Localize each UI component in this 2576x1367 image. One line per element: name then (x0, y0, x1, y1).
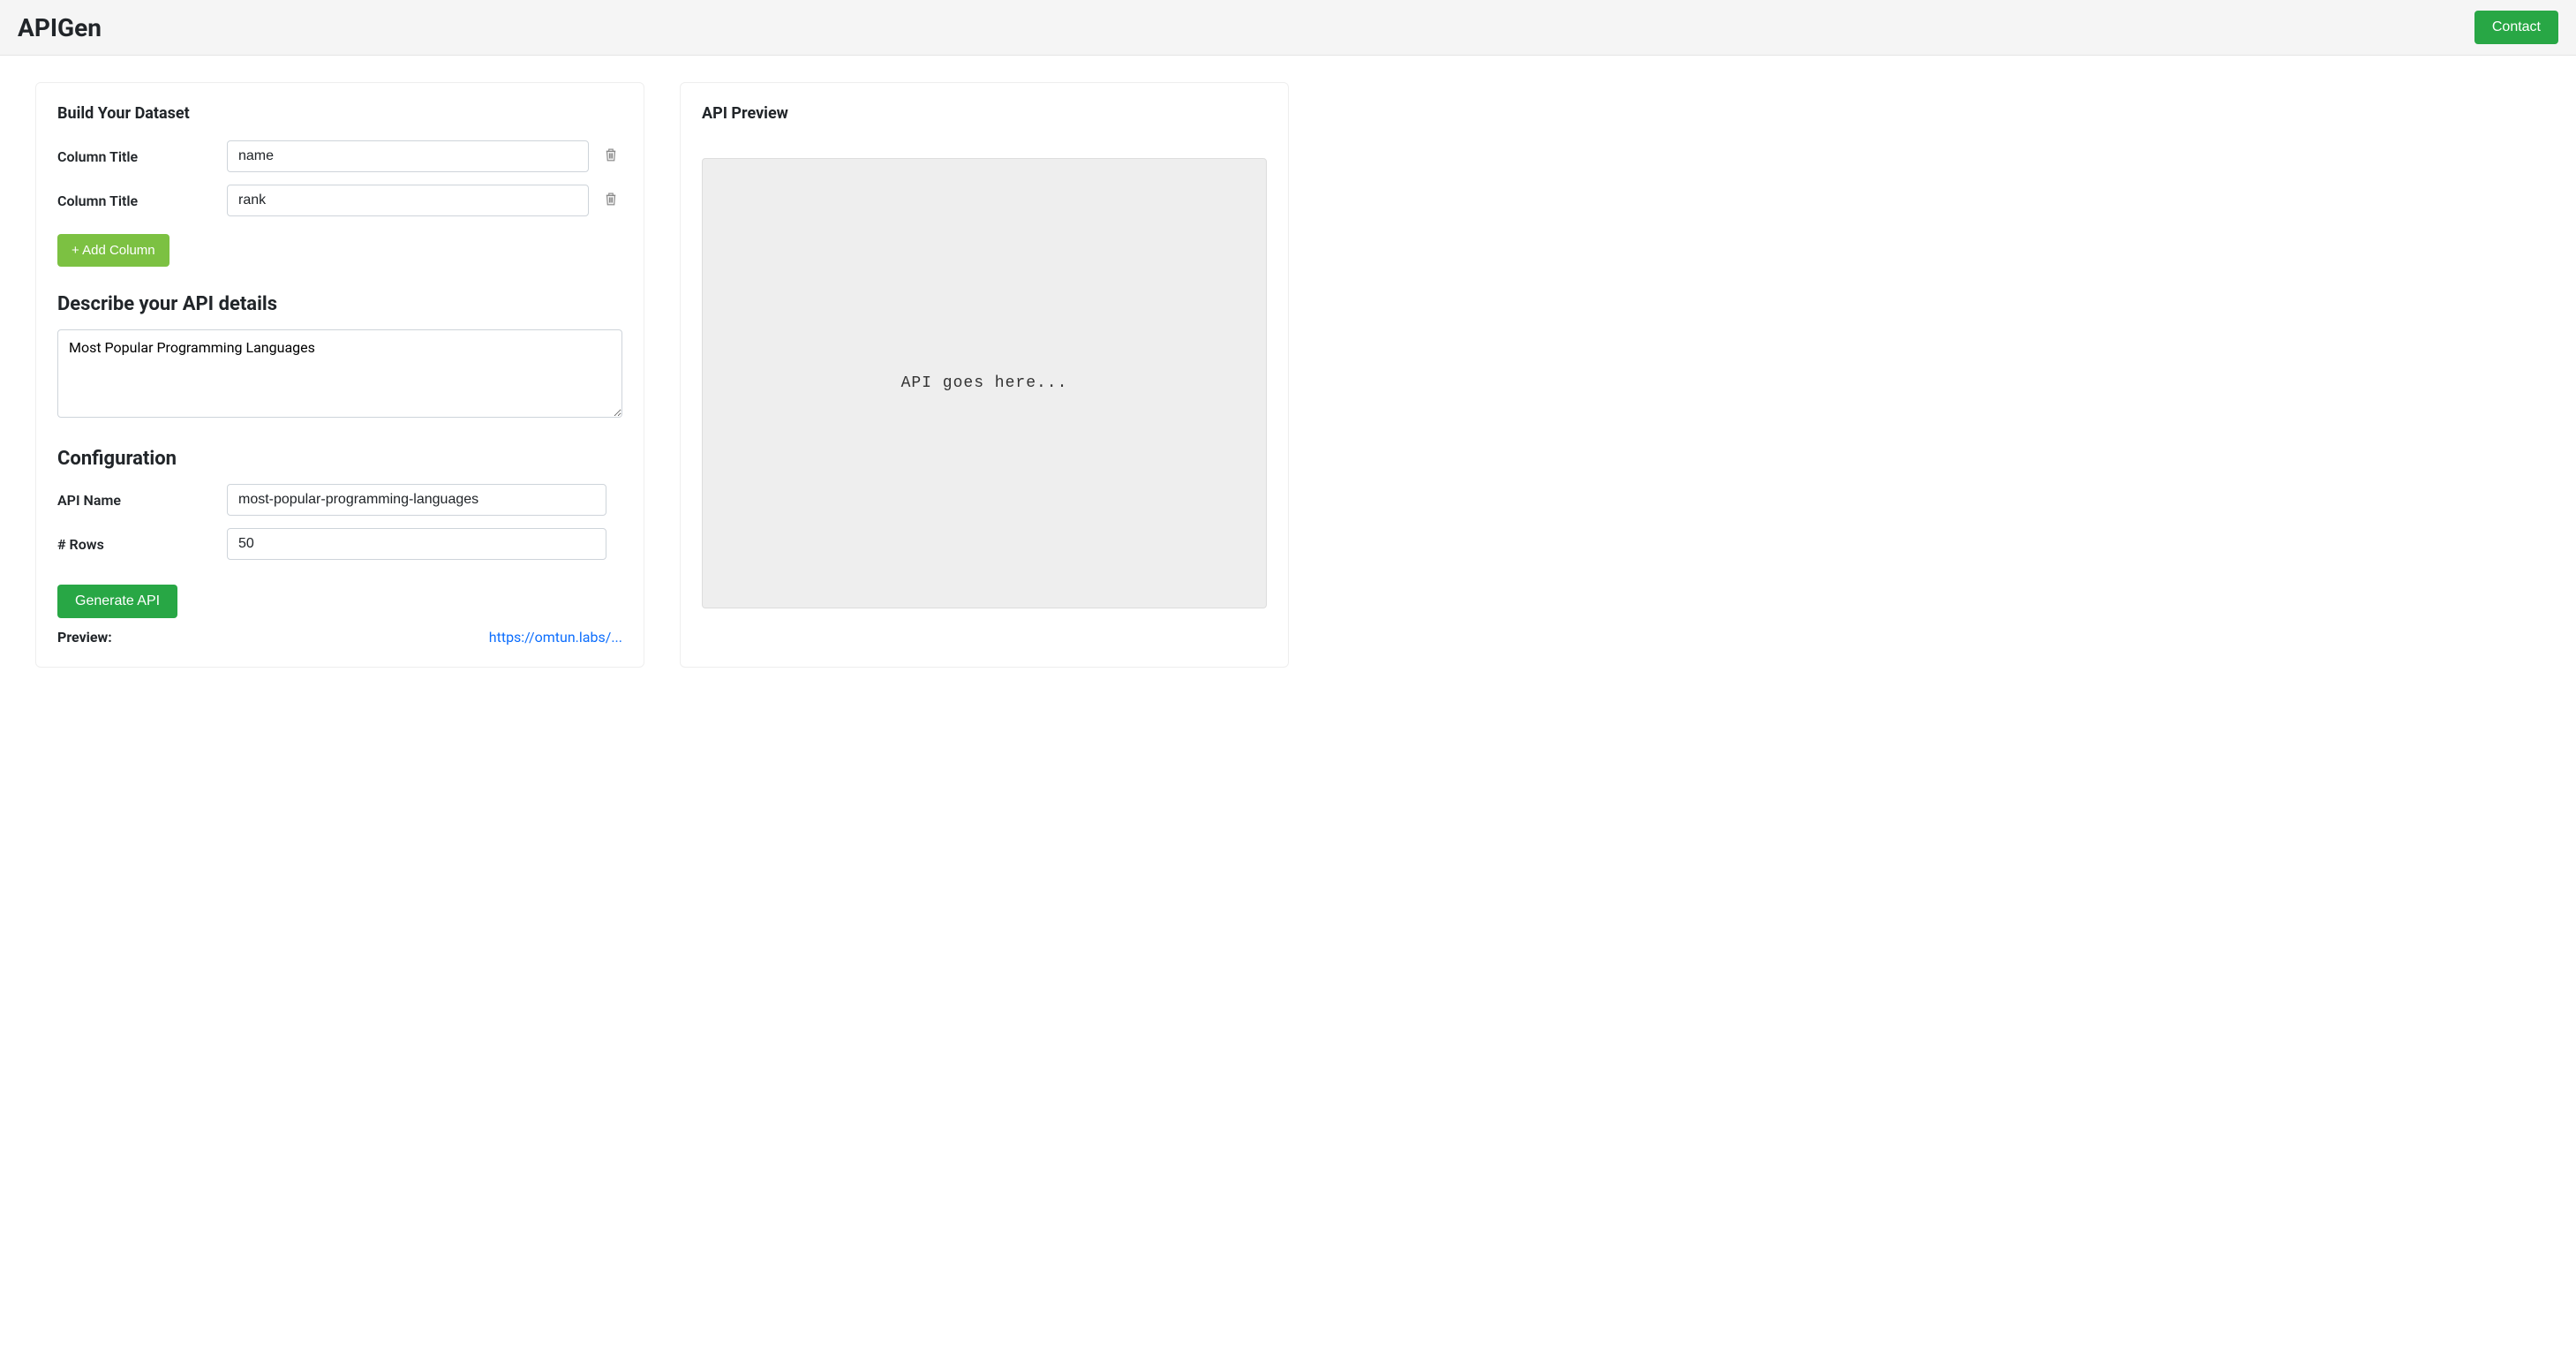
column-title-input[interactable] (227, 140, 589, 172)
preview-label: Preview: (57, 629, 112, 646)
rows-label: # Rows (57, 536, 216, 553)
delete-column-button[interactable] (599, 142, 622, 171)
build-dataset-title: Build Your Dataset (57, 104, 622, 123)
trash-icon (603, 146, 619, 168)
api-name-input[interactable] (227, 484, 606, 516)
column-title-label: Column Title (57, 148, 216, 165)
column-row: Column Title (57, 140, 622, 172)
app-logo: APIGen (18, 13, 102, 42)
api-name-row: API Name (57, 484, 622, 516)
describe-heading: Describe your API details (57, 293, 622, 315)
trash-icon (603, 190, 619, 212)
column-title-label: Column Title (57, 193, 216, 209)
main-container: Build Your Dataset Column Title Column T… (0, 56, 1324, 694)
api-preview-placeholder: API goes here... (901, 374, 1068, 392)
column-title-input[interactable] (227, 185, 589, 216)
delete-column-button[interactable] (599, 186, 622, 215)
api-preview-box: API goes here... (702, 158, 1267, 608)
describe-textarea[interactable]: Most Popular Programming Languages (57, 329, 622, 418)
left-panel: Build Your Dataset Column Title Column T… (35, 82, 644, 668)
rows-row: # Rows (57, 528, 622, 560)
column-row: Column Title (57, 185, 622, 216)
api-preview-title: API Preview (702, 104, 1267, 123)
generate-api-button[interactable]: Generate API (57, 585, 177, 618)
add-column-button[interactable]: + Add Column (57, 234, 169, 267)
preview-row: Preview: https://omtun.labs/... (57, 629, 622, 646)
contact-button[interactable]: Contact (2474, 11, 2558, 44)
config-heading: Configuration (57, 448, 622, 470)
rows-input[interactable] (227, 528, 606, 560)
right-panel: API Preview API goes here... (680, 82, 1289, 668)
preview-link[interactable]: https://omtun.labs/... (489, 629, 622, 646)
app-header: APIGen Contact (0, 0, 2576, 56)
api-name-label: API Name (57, 492, 216, 509)
